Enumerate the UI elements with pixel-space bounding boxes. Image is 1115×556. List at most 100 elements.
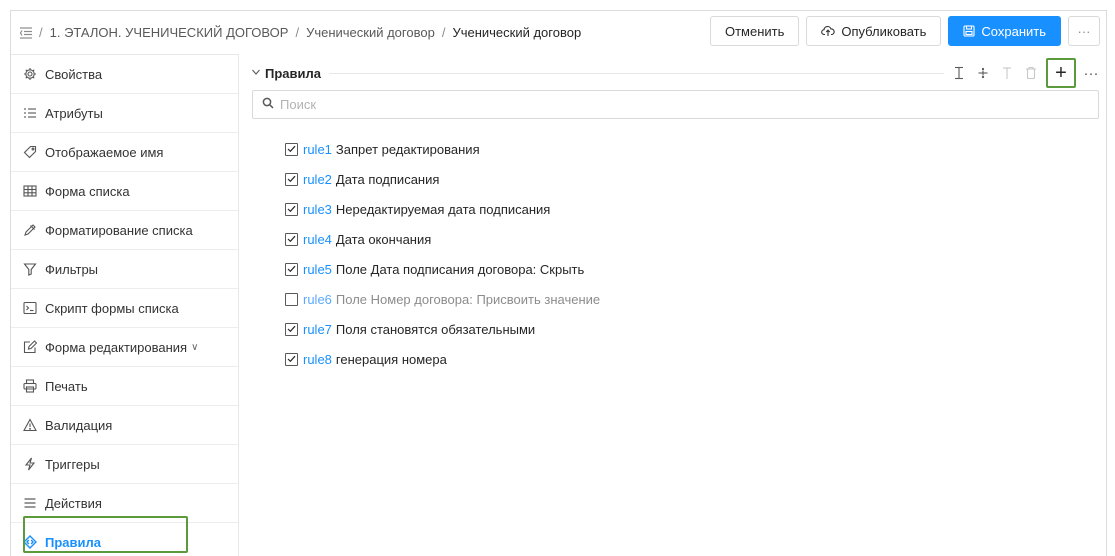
sidebar-item-validation[interactable]: Валидация [11, 406, 238, 445]
rule-row[interactable]: rule7 Поля становятся обязательными [285, 314, 600, 344]
rule-id-link[interactable]: rule1 [303, 142, 332, 157]
rule-id-link[interactable]: rule3 [303, 202, 332, 217]
save-icon [963, 25, 975, 37]
sidebar-item-rules[interactable]: Правила [11, 523, 238, 556]
rule-name: Дата подписания [335, 171, 440, 187]
checkbox-checked[interactable] [285, 262, 298, 276]
sidebar: Свойства Атрибуты Отображаемое имя Форма… [11, 54, 239, 556]
divide-icon[interactable] [976, 65, 990, 81]
checkbox-checked[interactable] [285, 202, 298, 216]
section-title: Правила [265, 65, 321, 81]
sidebar-item-label: Действия [45, 495, 102, 511]
rules-list: rule1 Запрет редактирования rule2 Дата подп… [285, 134, 600, 374]
rule-row[interactable]: rule3 Нередактируемая дата подписания [285, 194, 600, 224]
sidebar-item-display-name[interactable]: Отображаемое имя [11, 133, 238, 172]
save-label: Сохранить [981, 23, 1046, 39]
chevron-down-icon[interactable] [251, 67, 261, 80]
more-actions-button[interactable]: ··· [1068, 16, 1100, 46]
delete-icon [1024, 65, 1038, 81]
sidebar-item-list-form[interactable]: Форма списка [11, 172, 238, 211]
section-divider [329, 72, 944, 74]
sidebar-item-list-formatting[interactable]: Форматирование списка [11, 211, 238, 250]
sidebar-item-edit-form[interactable]: Форма редактирования ∨ [11, 328, 238, 367]
rule-row[interactable]: rule6 Поле Номер договора: Присвоить знач… [285, 284, 600, 314]
app-frame: / 1. ЭТАЛОН. УЧЕНИЧЕСКИЙ ДОГОВОР / Учени… [10, 10, 1107, 556]
sidebar-item-triggers[interactable]: Триггеры [11, 445, 238, 484]
sidebar-item-label: Свойства [45, 66, 103, 82]
sidebar-item-label: Форма списка [45, 183, 130, 199]
search-icon [262, 97, 274, 112]
rule-row[interactable]: rule1 Запрет редактирования [285, 134, 600, 164]
breadcrumb-separator: / [39, 25, 43, 40]
printer-icon [23, 379, 37, 393]
breadcrumb-item[interactable]: Ученический договор [306, 25, 435, 40]
checkbox-checked[interactable] [285, 322, 298, 336]
cancel-label: Отменить [724, 23, 785, 39]
more-icon[interactable]: ··· [1084, 65, 1099, 82]
rule-row[interactable]: rule2 Дата подписания [285, 164, 600, 194]
rule-id-link[interactable]: rule8 [303, 352, 332, 367]
cloud-upload-icon [821, 25, 836, 37]
sidebar-item-list-form-script[interactable]: Скрипт формы списка [11, 289, 238, 328]
rules-section-header: Правила + ··· [251, 58, 1099, 88]
rule-row[interactable]: rule8 генерация номера [285, 344, 600, 374]
text-cursor-icon[interactable] [952, 65, 966, 81]
add-rule-button[interactable]: + [1046, 58, 1076, 88]
save-button[interactable]: Сохранить [948, 16, 1061, 46]
menu-icon [23, 496, 37, 510]
edit-icon [23, 340, 37, 354]
rule-row[interactable]: rule4 Дата окончания [285, 224, 600, 254]
table-icon [23, 184, 37, 198]
checkbox-checked[interactable] [285, 172, 298, 186]
rule-id-link[interactable]: rule2 [303, 172, 332, 187]
filter-icon [23, 262, 37, 276]
warning-icon [23, 418, 37, 432]
rule-id-link[interactable]: rule5 [303, 262, 332, 277]
lightning-icon [23, 457, 37, 471]
chevron-down-icon[interactable]: ∨ [191, 342, 198, 353]
rule-id-link[interactable]: rule4 [303, 232, 332, 247]
publish-button[interactable]: Опубликовать [806, 16, 942, 46]
collapse-menu-icon[interactable] [19, 26, 33, 40]
sidebar-item-filters[interactable]: Фильтры [11, 250, 238, 289]
checkbox-checked[interactable] [285, 232, 298, 246]
sidebar-item-label: Форматирование списка [45, 222, 193, 238]
sidebar-item-print[interactable]: Печать [11, 367, 238, 406]
more-label: ··· [1077, 23, 1091, 39]
breadcrumb-item[interactable]: 1. ЭТАЛОН. УЧЕНИЧЕСКИЙ ДОГОВОР [50, 25, 289, 40]
checkbox-checked[interactable] [285, 352, 298, 366]
sidebar-item-attributes[interactable]: Атрибуты [11, 94, 238, 133]
move-top-icon [1000, 65, 1014, 81]
sidebar-item-label: Фильтры [45, 261, 99, 277]
breadcrumb-separator: / [441, 25, 446, 40]
sidebar-item-properties[interactable]: Свойства [11, 55, 238, 94]
rule-name: Поле Номер договора: Присвоить значение [335, 291, 601, 307]
search-input[interactable] [280, 91, 1098, 118]
breadcrumb-current: Ученический договор [452, 25, 582, 40]
gear-icon [23, 67, 37, 81]
rule-row[interactable]: rule5 Поле Дата подписания договора: Скры… [285, 254, 600, 284]
cancel-button[interactable]: Отменить [709, 16, 800, 46]
breadcrumb: / 1. ЭТАЛОН. УЧЕНИЧЕСКИЙ ДОГОВОР / Учени… [39, 25, 581, 40]
main-panel: Правила + ··· Поиск rule1 Запрет редакти… [239, 54, 1106, 556]
rule-name: Нередактируемая дата подписания [335, 201, 551, 217]
terminal-icon [23, 301, 37, 315]
rules-icon [23, 535, 37, 549]
checkbox-unchecked[interactable] [285, 292, 298, 306]
sidebar-item-label: Форма редактирования [45, 339, 188, 355]
sidebar-item-label: Скрипт формы списка [45, 300, 179, 316]
sidebar-item-actions[interactable]: Действия [11, 484, 238, 523]
sidebar-item-label: Правила [45, 534, 101, 550]
search-box [252, 90, 1099, 119]
rule-id-link[interactable]: rule6 [303, 292, 332, 307]
sidebar-item-label: Валидация [45, 417, 113, 433]
sidebar-item-label: Печать [45, 378, 88, 394]
rule-name: Поле Дата подписания договора: Скрыть [335, 261, 585, 277]
sidebar-item-label: Атрибуты [45, 105, 103, 121]
rule-name: Дата окончания [335, 231, 432, 247]
checkbox-checked[interactable] [285, 142, 298, 156]
rule-name: генерация номера [335, 351, 447, 367]
brush-icon [23, 223, 37, 237]
rule-id-link[interactable]: rule7 [303, 322, 332, 337]
publish-label: Опубликовать [841, 23, 927, 39]
